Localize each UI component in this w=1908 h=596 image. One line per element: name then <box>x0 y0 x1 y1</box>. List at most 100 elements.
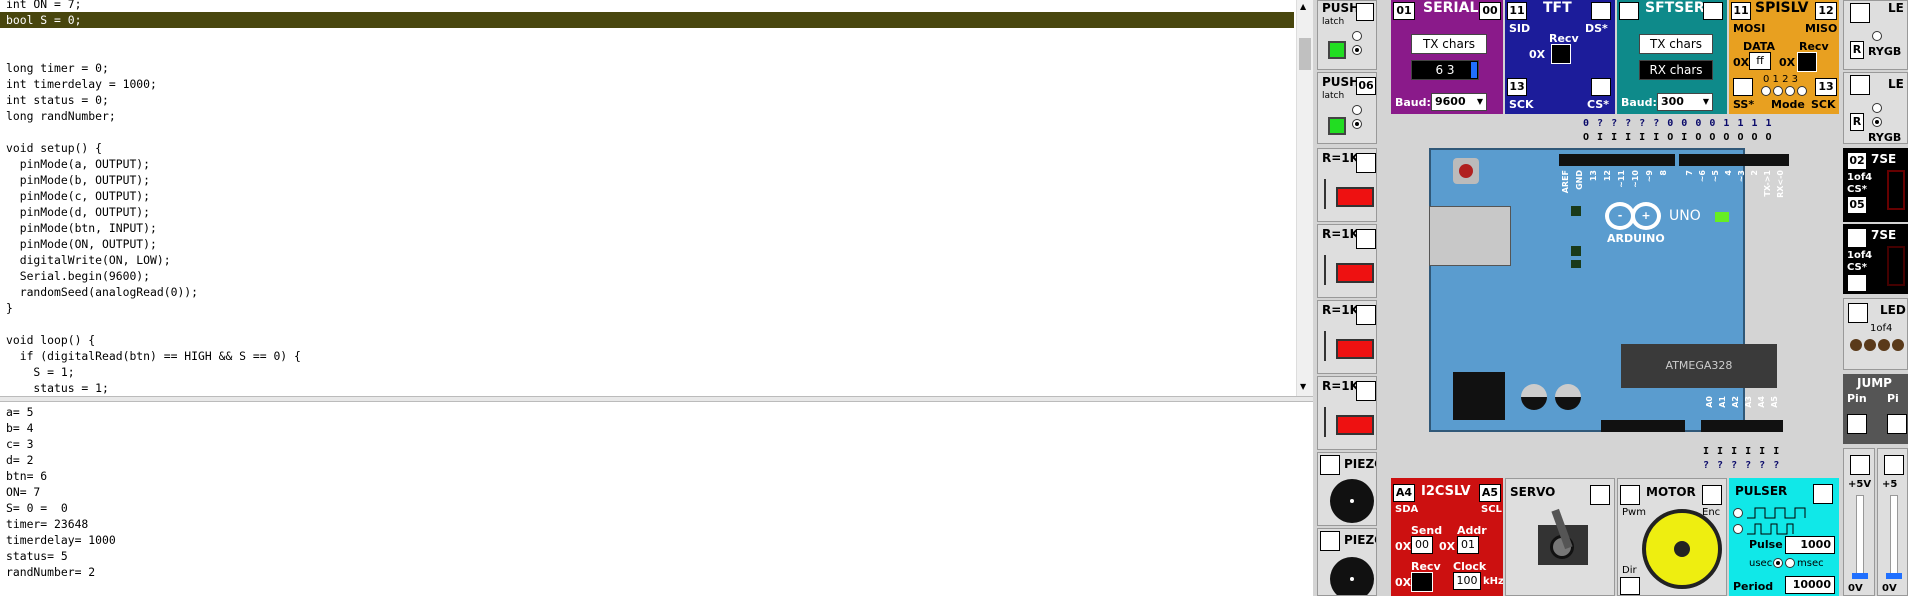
tft-pin-bottom[interactable]: 13 <box>1507 78 1527 96</box>
scroll-up-icon[interactable]: ▲ <box>1300 2 1306 11</box>
spislv-sck-pin[interactable]: 13 <box>1815 78 1837 96</box>
spislv-mode-radio[interactable] <box>1797 86 1807 96</box>
power1-slider-thumb[interactable] <box>1852 573 1868 579</box>
pulser-radio-2[interactable] <box>1733 524 1743 534</box>
code-line[interactable]: long randNumber; <box>6 108 1297 124</box>
code-line[interactable]: pinMode(b, OUTPUT); <box>6 172 1297 188</box>
push2-radio-latch[interactable] <box>1352 119 1362 129</box>
spislv-pin-right[interactable]: 12 <box>1815 2 1837 20</box>
code-line[interactable]: int ON = 7; <box>6 0 1297 12</box>
piezo2-pin-box[interactable] <box>1320 531 1340 551</box>
push1-radio-push[interactable] <box>1352 31 1362 41</box>
pulser-pin-box[interactable] <box>1813 484 1833 504</box>
pulser-radio-1[interactable] <box>1733 508 1743 518</box>
led2-pin-box[interactable] <box>1850 75 1870 95</box>
arduino-pin-directions[interactable]: O I I I I I O I O O O O O O <box>1583 132 1773 143</box>
resistor-switch-icon[interactable] <box>1336 339 1374 359</box>
sftser-baud-select[interactable]: 300 ▼ <box>1657 93 1713 111</box>
seg1-pin-1[interactable]: 02 <box>1847 152 1867 170</box>
code-line[interactable]: } <box>6 300 1297 316</box>
led3-pin-box[interactable] <box>1848 303 1868 323</box>
code-line[interactable] <box>6 44 1297 60</box>
led1-radio-a[interactable] <box>1872 31 1882 41</box>
pulser-msec-radio[interactable] <box>1785 558 1795 568</box>
code-line[interactable]: status = 1; <box>6 380 1297 396</box>
piezo1-pin-box[interactable] <box>1320 455 1340 475</box>
serial-tx-input[interactable]: TX chars <box>1411 34 1487 54</box>
resistor-switch-icon[interactable] <box>1336 263 1374 283</box>
seg2-pin-box-2[interactable] <box>1847 274 1867 292</box>
code-line[interactable]: pinMode(btn, INPUT); <box>6 220 1297 236</box>
code-line[interactable]: bool S = 0; <box>6 12 1297 28</box>
tft-cs-box[interactable] <box>1591 78 1611 96</box>
power1-slider-track[interactable] <box>1856 495 1864 575</box>
push2-pin-box[interactable]: 06 <box>1356 77 1376 95</box>
code-line[interactable] <box>6 124 1297 140</box>
jump-pin-box-2[interactable] <box>1887 414 1907 434</box>
resistor-switch-icon[interactable] <box>1336 187 1374 207</box>
code-line[interactable]: void setup() { <box>6 140 1297 156</box>
resistor-pin-box[interactable] <box>1356 229 1376 249</box>
spislv-mode-radio[interactable] <box>1761 86 1771 96</box>
resistor-pin-box[interactable] <box>1356 153 1376 173</box>
i2c-send-input[interactable]: 00 <box>1411 536 1433 554</box>
code-line[interactable]: S = 1; <box>6 364 1297 380</box>
seg2-pin-box[interactable] <box>1847 228 1867 248</box>
resistor-pin-box[interactable] <box>1356 381 1376 401</box>
motor-dir-box[interactable] <box>1620 577 1640 595</box>
led1-pin-box[interactable] <box>1850 3 1870 23</box>
code-line[interactable]: pinMode(d, OUTPUT); <box>6 204 1297 220</box>
serial-pin-right[interactable]: 00 <box>1479 2 1501 20</box>
code-line[interactable]: digitalWrite(ON, LOW); <box>6 252 1297 268</box>
power2-pin-box[interactable] <box>1884 455 1904 475</box>
sftser-pin-right[interactable] <box>1703 2 1723 20</box>
tft-pin-box-right[interactable] <box>1591 2 1611 20</box>
i2c-pin-sda[interactable]: A4 <box>1393 484 1415 502</box>
code-line[interactable]: int timerdelay = 1000; <box>6 76 1297 92</box>
led2-radio-b[interactable] <box>1872 117 1882 127</box>
code-text[interactable]: int ON = 7; bool S = 0; long timer = 0; int… <box>0 0 1297 396</box>
push1-button[interactable] <box>1328 41 1346 59</box>
push1-radio-latch[interactable] <box>1352 45 1362 55</box>
spislv-data-input[interactable]: ff <box>1749 52 1771 70</box>
code-line[interactable]: randomSeed(analogRead(0)); <box>6 284 1297 300</box>
scrollbar-thumb[interactable] <box>1299 38 1311 70</box>
spislv-pin-left[interactable]: 11 <box>1731 2 1751 20</box>
code-line[interactable] <box>6 316 1297 332</box>
code-line[interactable]: pinMode(c, OUTPUT); <box>6 188 1297 204</box>
push2-radio-push[interactable] <box>1352 105 1362 115</box>
scroll-down-icon[interactable]: ▼ <box>1300 382 1306 391</box>
code-scrollbar[interactable]: ▲ ▼ <box>1296 0 1313 396</box>
i2c-addr-input[interactable]: 01 <box>1457 536 1479 554</box>
code-line[interactable]: long timer = 0; <box>6 60 1297 76</box>
resistor-pin-box[interactable] <box>1356 305 1376 325</box>
power2-slider-track[interactable] <box>1890 495 1898 575</box>
spislv-mode-radio[interactable] <box>1785 86 1795 96</box>
motor-enc-box[interactable] <box>1702 485 1722 505</box>
spislv-ss-box[interactable] <box>1733 78 1753 96</box>
sftser-pin-left[interactable] <box>1619 2 1639 20</box>
power2-slider-thumb[interactable] <box>1886 573 1902 579</box>
seg1-pin-2[interactable]: 05 <box>1847 196 1867 214</box>
servo-pin-box[interactable] <box>1590 485 1610 505</box>
code-line[interactable]: if (digitalRead(btn) == HIGH && S == 0) … <box>6 348 1297 364</box>
code-line[interactable] <box>6 28 1297 44</box>
pulser-period-input[interactable]: 10000 <box>1785 576 1835 594</box>
code-line[interactable]: void loop() { <box>6 332 1297 348</box>
code-line[interactable]: pinMode(ON, OUTPUT); <box>6 236 1297 252</box>
code-line[interactable]: Serial.begin(9600); <box>6 268 1297 284</box>
serial-pin-left[interactable]: 01 <box>1393 2 1415 20</box>
sftser-tx-input[interactable]: TX chars <box>1639 34 1713 54</box>
pulser-usec-radio[interactable] <box>1773 558 1783 568</box>
jump-pin-box-1[interactable] <box>1847 414 1867 434</box>
i2c-pin-scl[interactable]: A5 <box>1479 484 1501 502</box>
analog-pin-directions[interactable]: I I I I I I <box>1703 446 1780 457</box>
code-line[interactable]: pinMode(a, OUTPUT); <box>6 156 1297 172</box>
spislv-mode-radio[interactable] <box>1773 86 1783 96</box>
led2-radio-a[interactable] <box>1872 103 1882 113</box>
resistor-switch-icon[interactable] <box>1336 415 1374 435</box>
reset-button[interactable] <box>1453 158 1479 184</box>
serial-baud-select[interactable]: 9600 ▼ <box>1431 93 1487 111</box>
push2-button[interactable] <box>1328 117 1346 135</box>
code-editor[interactable]: int ON = 7; bool S = 0; long timer = 0; int… <box>0 0 1298 396</box>
